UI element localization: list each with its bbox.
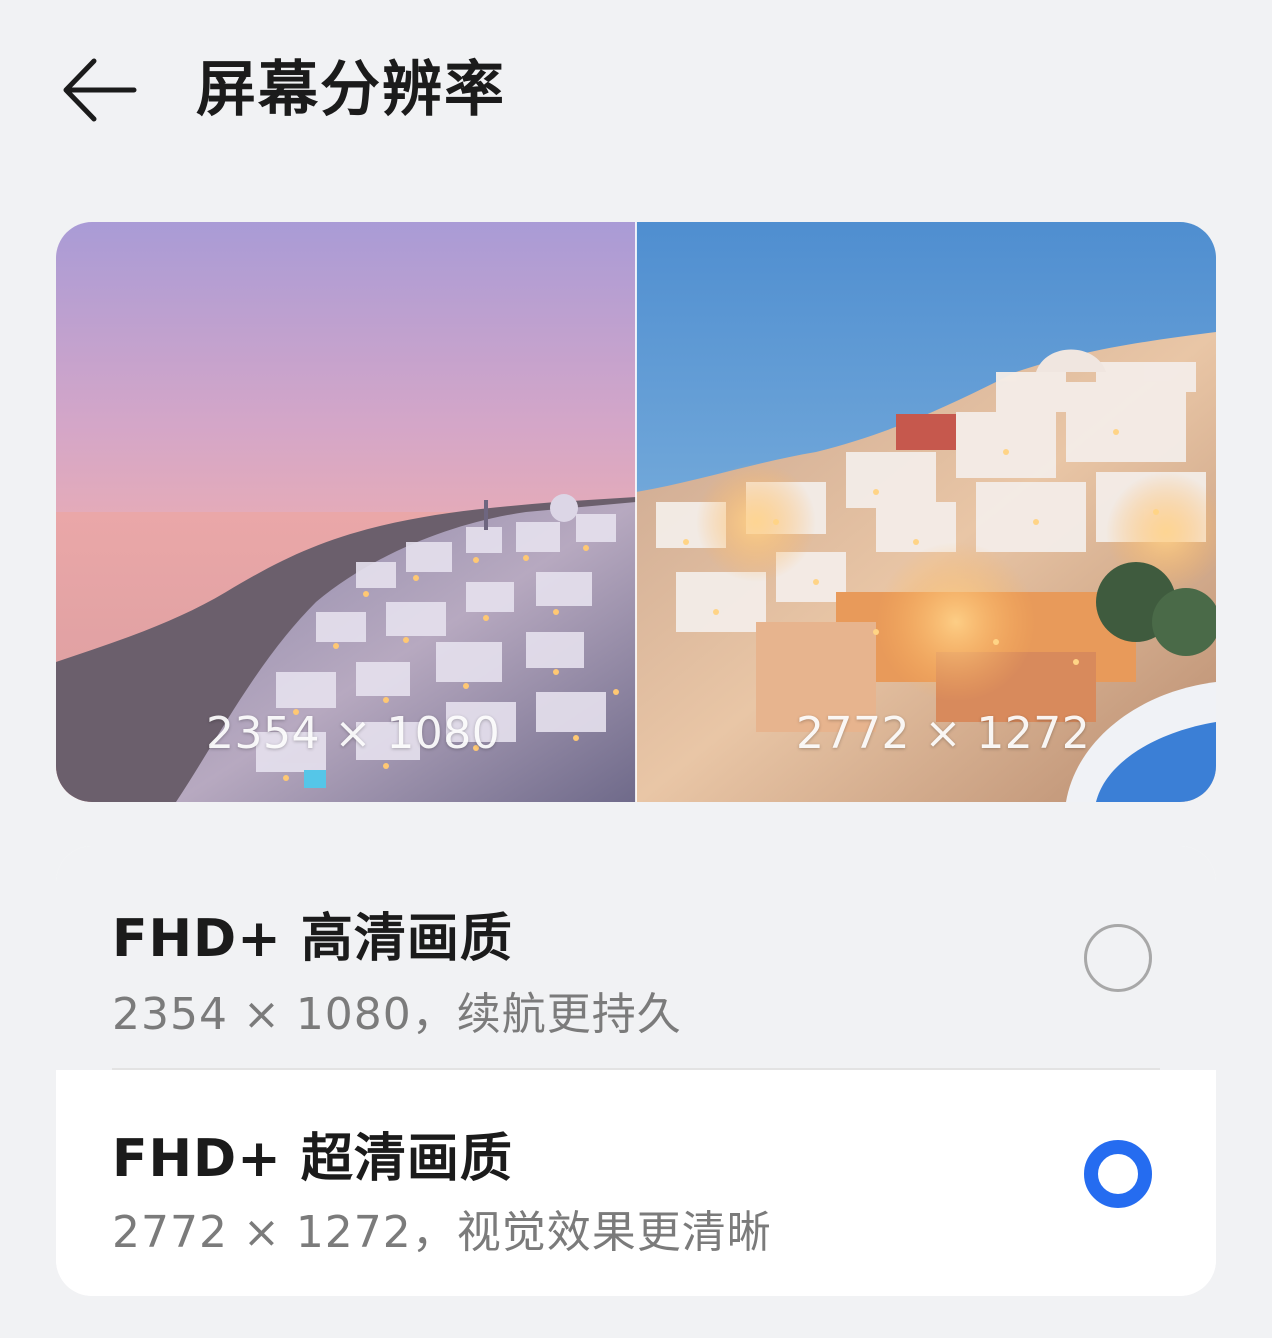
back-button[interactable]: [52, 50, 144, 130]
option-title: FHD+ 高清画质: [112, 909, 513, 969]
page-title: 屏幕分辨率: [196, 55, 506, 125]
radio-selected[interactable]: [1084, 1140, 1152, 1208]
option-fhd-ultra[interactable]: FHD+ 超清画质 2772 × 1272，视觉效果更清晰: [56, 1070, 1216, 1296]
header: 屏幕分辨率: [0, 0, 1272, 180]
option-fhd-high[interactable]: FHD+ 高清画质 2354 × 1080，续航更持久: [56, 846, 1216, 1070]
resolution-options-card: FHD+ 高清画质 2354 × 1080，续航更持久 FHD+ 超清画质 27…: [56, 846, 1216, 1296]
option-title: FHD+ 超清画质: [112, 1129, 513, 1189]
option-subtitle: 2354 × 1080，续航更持久: [112, 989, 682, 1040]
radio-unselected[interactable]: [1084, 924, 1152, 992]
option-subtitle: 2772 × 1272，视觉效果更清晰: [112, 1207, 772, 1258]
preview-label-uhd: 2772 × 1272: [796, 708, 1091, 759]
arrow-left-icon: [63, 58, 137, 122]
preview-label-fhd: 2354 × 1080: [206, 708, 501, 759]
